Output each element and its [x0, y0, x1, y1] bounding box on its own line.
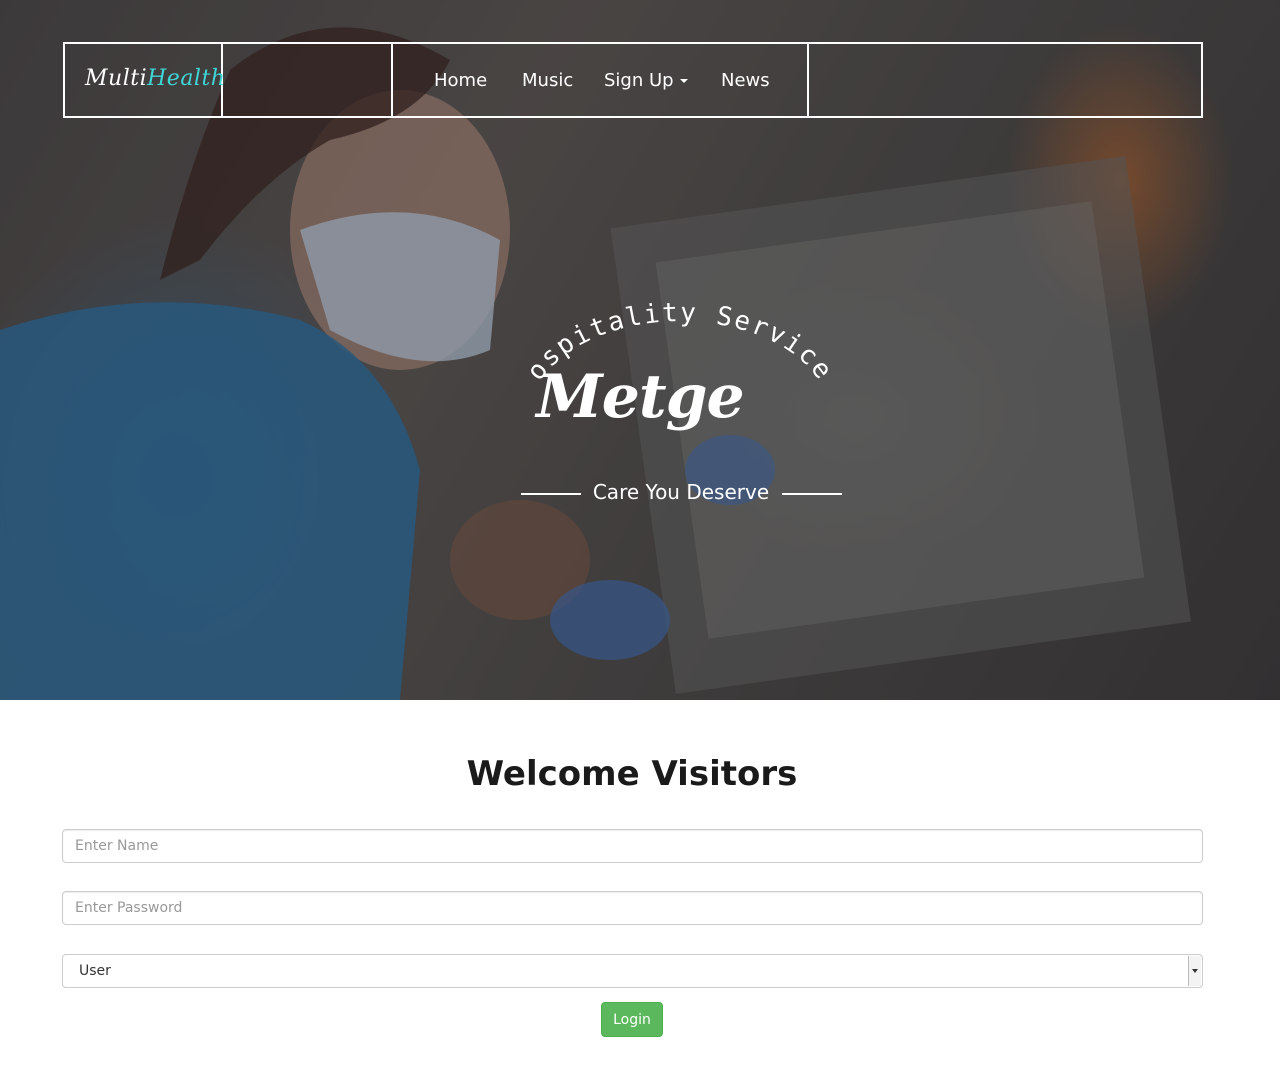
navbar-spacer-left	[223, 44, 393, 116]
logo-text-primary: Multi	[85, 66, 148, 91]
nav-item-music[interactable]: Music	[522, 70, 573, 91]
top-navbar: MultiHealth Home Music Sign Up News	[63, 42, 1203, 118]
hero-brand-title: Metge	[536, 362, 744, 432]
nav-menu: Home Music Sign Up News	[393, 44, 809, 116]
hero-tagline: Care You Deserve	[592, 480, 770, 504]
nav-item-sign-up-label: Sign Up	[604, 70, 674, 91]
logo-cell: MultiHealth	[65, 44, 225, 116]
select-arrow-icon	[1188, 956, 1201, 986]
logo-text-accent: Health	[147, 66, 226, 91]
caret-down-icon	[679, 79, 688, 83]
nav-item-home[interactable]: Home	[434, 70, 487, 91]
login-button[interactable]: Login	[601, 1002, 663, 1037]
role-select-value: User	[79, 963, 111, 979]
role-select[interactable]: User	[62, 954, 1203, 988]
hero-banner: MultiHealth Home Music Sign Up News Hosp…	[0, 0, 1280, 700]
welcome-heading: Welcome Visitors	[466, 754, 798, 794]
tagline-row: Care You Deserve	[0, 480, 1280, 510]
nav-item-sign-up[interactable]: Sign Up	[604, 70, 688, 91]
name-input[interactable]	[62, 829, 1203, 863]
navbar-spacer-right	[809, 44, 1201, 116]
password-input[interactable]	[62, 891, 1203, 925]
nav-item-news[interactable]: News	[721, 70, 770, 91]
tagline-divider-right	[782, 493, 842, 495]
tagline-divider-left	[521, 493, 581, 495]
site-logo[interactable]: MultiHealth	[85, 66, 225, 91]
